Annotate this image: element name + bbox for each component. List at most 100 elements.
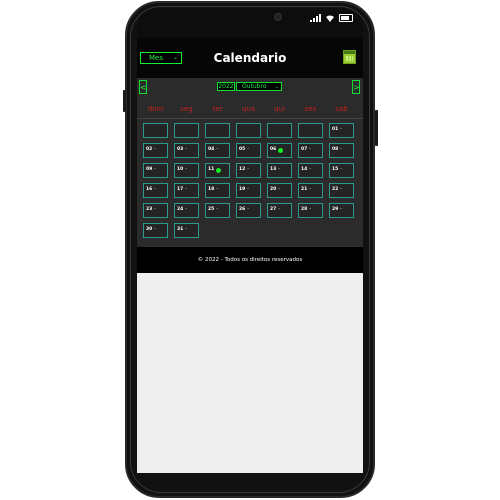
day-number: 30 (146, 227, 153, 232)
day-placeholder: – (278, 167, 281, 172)
event-dot-icon (216, 168, 221, 173)
weekday-label: ter (212, 105, 223, 113)
day-cell[interactable]: 16– (143, 183, 168, 198)
day-number: 22 (332, 187, 339, 192)
day-number: 06 (270, 147, 277, 152)
day-placeholder: – (309, 187, 312, 192)
day-number: 01 (332, 127, 339, 132)
day-number: 26 (239, 207, 246, 212)
day-cell[interactable] (143, 123, 168, 138)
front-camera-icon (274, 13, 282, 21)
prev-month-button[interactable]: < (139, 80, 147, 94)
day-cell[interactable]: 22– (329, 183, 354, 198)
day-cell[interactable]: 03– (174, 143, 199, 158)
year-field[interactable]: 2022 (217, 82, 235, 91)
day-cell[interactable]: 29– (329, 203, 354, 218)
day-number: 27 (270, 207, 277, 212)
day-placeholder: – (185, 227, 188, 232)
day-cell[interactable]: 11 (205, 163, 230, 178)
day-cell[interactable]: 31– (174, 223, 199, 238)
day-placeholder: – (247, 147, 250, 152)
day-placeholder: – (340, 127, 343, 132)
day-number: 12 (239, 167, 246, 172)
weekday-label: dom (147, 105, 164, 113)
day-placeholder: – (309, 147, 312, 152)
day-cell[interactable]: 19– (236, 183, 261, 198)
day-placeholder: – (216, 187, 219, 192)
day-number: 11 (208, 167, 215, 172)
day-cell[interactable]: 25– (205, 203, 230, 218)
empty-content-area (137, 273, 363, 473)
day-cell[interactable]: 04– (205, 143, 230, 158)
day-number: 05 (239, 147, 246, 152)
day-cell[interactable] (205, 123, 230, 138)
day-placeholder: – (154, 167, 157, 172)
phone-screen: Mes ⌄ Calendario < 2022 Outubro ⌄ > dom … (137, 8, 363, 473)
day-cell[interactable]: 27– (267, 203, 292, 218)
calendar-icon[interactable] (343, 50, 356, 64)
day-number: 29 (332, 207, 339, 212)
day-number: 10 (177, 167, 184, 172)
day-cell[interactable]: 08– (329, 143, 354, 158)
day-cell[interactable] (298, 123, 323, 138)
weekday-label: sab (335, 105, 348, 113)
day-number: 17 (177, 187, 184, 192)
day-number: 13 (270, 167, 277, 172)
day-placeholder: – (309, 207, 312, 212)
day-cell[interactable]: 23– (143, 203, 168, 218)
chevron-down-icon: ⌄ (274, 84, 279, 90)
day-cell[interactable]: 07– (298, 143, 323, 158)
day-placeholder: – (278, 207, 281, 212)
day-cell[interactable]: 26– (236, 203, 261, 218)
day-cell[interactable]: 13– (267, 163, 292, 178)
day-cell[interactable]: 02– (143, 143, 168, 158)
day-number: 21 (301, 187, 308, 192)
day-cell[interactable]: 10– (174, 163, 199, 178)
day-cell[interactable]: 12– (236, 163, 261, 178)
day-cell[interactable]: 17– (174, 183, 199, 198)
day-placeholder: – (185, 167, 188, 172)
battery-icon (339, 14, 353, 22)
next-month-button[interactable]: > (352, 80, 360, 94)
day-cell[interactable] (174, 123, 199, 138)
day-number: 07 (301, 147, 308, 152)
day-cell[interactable]: 01– (329, 123, 354, 138)
day-placeholder: – (278, 187, 281, 192)
day-number: 19 (239, 187, 246, 192)
day-cell[interactable]: 06 (267, 143, 292, 158)
weekday-label: qua (241, 105, 256, 113)
day-placeholder: – (247, 187, 250, 192)
day-number: 14 (301, 167, 308, 172)
month-navigation: < 2022 Outubro ⌄ > (137, 78, 363, 100)
day-cell[interactable]: 18– (205, 183, 230, 198)
footer: © 2022 - Todos os direitos reservados (137, 247, 363, 273)
day-cell[interactable]: 24– (174, 203, 199, 218)
day-placeholder: – (247, 167, 250, 172)
day-cell[interactable] (236, 123, 261, 138)
day-number: 25 (208, 207, 215, 212)
month-value: Outubro (242, 83, 267, 90)
day-cell[interactable]: 21– (298, 183, 323, 198)
day-cell[interactable]: 20– (267, 183, 292, 198)
day-number: 15 (332, 167, 339, 172)
app-header: Mes ⌄ Calendario (137, 38, 363, 78)
day-cell[interactable]: 15– (329, 163, 354, 178)
day-number: 28 (301, 207, 308, 212)
status-icons (310, 14, 353, 22)
day-placeholder: – (216, 147, 219, 152)
month-select[interactable]: Outubro ⌄ (236, 82, 282, 91)
day-placeholder: – (247, 207, 250, 212)
day-placeholder: – (154, 227, 157, 232)
day-cell[interactable]: 14– (298, 163, 323, 178)
day-cell[interactable]: 05– (236, 143, 261, 158)
calendar-app: Mes ⌄ Calendario < 2022 Outubro ⌄ > dom … (137, 38, 363, 247)
day-number: 31 (177, 227, 184, 232)
day-placeholder: – (185, 147, 188, 152)
day-placeholder: – (340, 147, 343, 152)
day-cell[interactable]: 28– (298, 203, 323, 218)
day-placeholder: – (340, 207, 343, 212)
day-number: 20 (270, 187, 277, 192)
day-cell[interactable]: 30– (143, 223, 168, 238)
day-cell[interactable] (267, 123, 292, 138)
day-cell[interactable]: 09– (143, 163, 168, 178)
